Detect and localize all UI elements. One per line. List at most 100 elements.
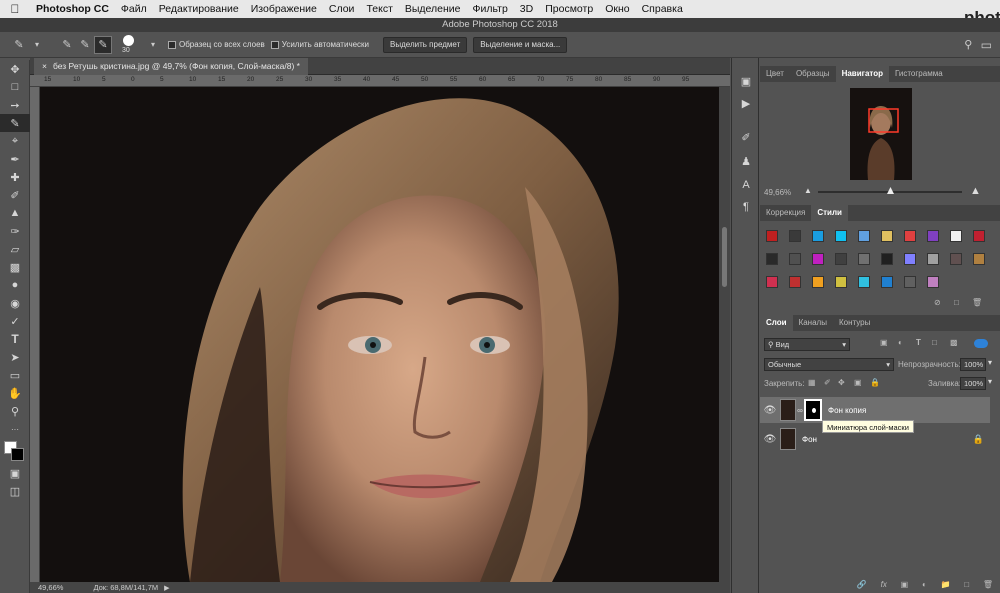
layer-filter-select[interactable]: ⚲ Вид ▾ bbox=[764, 338, 850, 351]
menu-3d[interactable]: 3D bbox=[514, 3, 539, 15]
chevron-down-icon[interactable]: ▾ bbox=[988, 358, 992, 367]
style-swatch[interactable] bbox=[812, 253, 824, 265]
pen-tool-icon[interactable]: ✓ bbox=[0, 312, 30, 330]
layer-row-fon[interactable]: 👁 Фон 🔒 bbox=[760, 426, 990, 452]
character-panel-icon[interactable]: A bbox=[732, 176, 760, 194]
select-and-mask-button[interactable]: Выделение и маска... bbox=[473, 36, 568, 53]
menu-image[interactable]: Изображение bbox=[245, 3, 323, 15]
tab-layers[interactable]: Слои bbox=[760, 315, 793, 331]
hand-tool-icon[interactable]: ✋ bbox=[0, 384, 30, 402]
screen-mode-icon[interactable]: ◫ bbox=[0, 482, 30, 500]
color-swatches[interactable] bbox=[0, 438, 30, 464]
zoom-level[interactable]: 49,66% bbox=[38, 583, 63, 592]
style-swatch[interactable] bbox=[950, 253, 962, 265]
lock-pixels-icon[interactable]: ✐ bbox=[824, 378, 831, 387]
select-subject-button[interactable]: Выделить предмет bbox=[383, 36, 468, 53]
menu-window[interactable]: Окно bbox=[599, 3, 635, 15]
menu-select[interactable]: Выделение bbox=[399, 3, 467, 15]
navigator-zoom-slider[interactable] bbox=[818, 187, 962, 194]
sample-all-layers-option[interactable]: Образец со всех слоев bbox=[168, 40, 265, 49]
lock-icon[interactable]: 🔒 bbox=[973, 434, 984, 445]
layer-mask-thumbnail[interactable] bbox=[804, 399, 822, 421]
no-style-icon[interactable]: ⊘ bbox=[934, 298, 941, 307]
style-swatch[interactable] bbox=[973, 253, 985, 265]
menu-help[interactable]: Справка bbox=[636, 3, 689, 15]
filter-adjustment-icon[interactable]: ◐ bbox=[898, 338, 903, 347]
blend-mode-select[interactable]: Обычные ▾ bbox=[764, 358, 894, 371]
adjustment-layer-icon[interactable]: ◐ bbox=[922, 580, 927, 589]
brush-preset-picker[interactable]: 30 bbox=[120, 34, 144, 56]
fill-field[interactable]: 100% bbox=[960, 377, 986, 390]
style-swatch[interactable] bbox=[927, 230, 939, 242]
style-swatch[interactable] bbox=[927, 276, 939, 288]
group-icon[interactable]: 📁 bbox=[941, 580, 951, 589]
vertical-scrollbar[interactable] bbox=[719, 87, 730, 582]
tab-histogram[interactable]: Гистограмма bbox=[889, 66, 949, 82]
style-swatch[interactable] bbox=[881, 276, 893, 288]
style-swatch[interactable] bbox=[789, 230, 801, 242]
style-swatch[interactable] bbox=[904, 230, 916, 242]
style-swatch[interactable] bbox=[973, 230, 985, 242]
style-swatch[interactable] bbox=[835, 253, 847, 265]
chevron-down-icon[interactable]: ▾ bbox=[144, 36, 162, 54]
tab-channels[interactable]: Каналы bbox=[793, 315, 833, 331]
history-brush-tool-icon[interactable]: ✑ bbox=[0, 222, 30, 240]
quick-mask-icon[interactable]: ▣ bbox=[0, 464, 30, 482]
menu-file[interactable]: Файл bbox=[115, 3, 153, 15]
clone-source-icon[interactable]: ♟ bbox=[732, 152, 760, 170]
zoom-out-icon[interactable]: ▲ bbox=[804, 186, 812, 195]
style-swatch[interactable] bbox=[812, 230, 824, 242]
lock-artboard-icon[interactable]: ▣ bbox=[854, 378, 862, 387]
auto-enhance-checkbox[interactable] bbox=[270, 40, 279, 49]
background-color-swatch[interactable] bbox=[11, 448, 24, 461]
tab-paths[interactable]: Контуры bbox=[833, 315, 876, 331]
crop-tool-icon[interactable]: ⌖ bbox=[0, 132, 30, 150]
app-menu[interactable]: Photoshop CC bbox=[30, 3, 115, 15]
style-swatch[interactable] bbox=[858, 276, 870, 288]
style-swatch[interactable] bbox=[881, 230, 893, 242]
style-swatch[interactable] bbox=[904, 276, 916, 288]
document-tab[interactable]: × без Ретушь кристина.jpg @ 49,7% (Фон ко… bbox=[34, 58, 308, 75]
tab-navigator[interactable]: Навигатор bbox=[835, 66, 889, 82]
chevron-down-icon[interactable]: ▾ bbox=[28, 36, 46, 54]
eyedropper-tool-icon[interactable]: ✒ bbox=[0, 150, 30, 168]
auto-enhance-option[interactable]: Усилить автоматически bbox=[270, 40, 369, 49]
path-selection-tool-icon[interactable]: ➤ bbox=[0, 348, 30, 366]
subtract-selection-icon[interactable]: ✎ bbox=[94, 35, 112, 54]
document-canvas[interactable] bbox=[40, 87, 719, 582]
style-swatch[interactable] bbox=[789, 253, 801, 265]
tab-styles[interactable]: Стили bbox=[811, 205, 848, 221]
add-mask-icon[interactable]: ▣ bbox=[901, 580, 909, 589]
zoom-tool-icon[interactable]: ⚲ bbox=[0, 402, 30, 420]
menu-edit[interactable]: Редактирование bbox=[153, 3, 245, 15]
brush-settings-icon[interactable]: ✐ bbox=[732, 128, 760, 146]
menu-layers[interactable]: Слои bbox=[323, 3, 361, 15]
menu-view[interactable]: Просмотр bbox=[539, 3, 599, 15]
style-swatch[interactable] bbox=[766, 230, 778, 242]
close-icon[interactable]: × bbox=[42, 61, 47, 71]
style-swatch[interactable] bbox=[766, 253, 778, 265]
blur-tool-icon[interactable]: ● bbox=[0, 276, 30, 294]
menu-filter[interactable]: Фильтр bbox=[467, 3, 514, 15]
tab-adjustments[interactable]: Коррекция bbox=[760, 205, 811, 221]
sample-all-layers-checkbox[interactable] bbox=[168, 40, 176, 49]
filter-shape-icon[interactable]: □ bbox=[932, 338, 937, 347]
layer-style-icon[interactable]: fx bbox=[881, 580, 887, 589]
healing-brush-tool-icon[interactable]: ✚ bbox=[0, 168, 30, 186]
type-tool-icon[interactable]: T bbox=[0, 330, 30, 348]
style-swatch[interactable] bbox=[858, 253, 870, 265]
chevron-down-icon[interactable]: ▾ bbox=[988, 377, 992, 386]
new-selection-icon[interactable]: ✎ bbox=[58, 36, 76, 54]
gradient-tool-icon[interactable]: ▩ bbox=[0, 258, 30, 276]
trash-icon[interactable]: 🗑 bbox=[972, 298, 982, 307]
quick-selection-tool-icon[interactable]: ✎ bbox=[0, 114, 30, 132]
lock-all-icon[interactable]: 🔒 bbox=[870, 378, 880, 387]
visibility-eye-icon[interactable]: 👁 bbox=[760, 434, 780, 445]
style-swatch[interactable] bbox=[950, 230, 962, 242]
search-icon[interactable]: ⚲ bbox=[959, 36, 977, 54]
quick-select-tool-icon[interactable]: ✎ bbox=[10, 36, 28, 54]
marquee-tool-icon[interactable]: □ bbox=[0, 78, 30, 96]
new-style-icon[interactable]: □ bbox=[954, 298, 959, 307]
zoom-in-icon[interactable]: ▲ bbox=[970, 185, 981, 197]
style-swatch[interactable] bbox=[904, 253, 916, 265]
